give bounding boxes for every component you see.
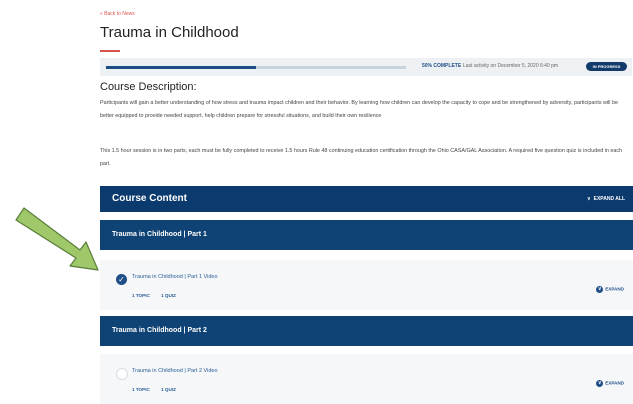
- status-badge: IN PROGRESS: [586, 62, 627, 71]
- lesson-meta: 1 TOPIC 1 QUIZ: [132, 387, 176, 392]
- check-circle-icon: ✓: [116, 274, 127, 285]
- progress-bar-row: 50% COMPLETE Last activity on December 5…: [100, 58, 632, 76]
- last-activity: Last activity on December 5, 2020 6:40 p…: [463, 63, 559, 69]
- lesson-row-part-2[interactable]: Trauma in Childhood | Part 2 Video 1 TOP…: [100, 354, 633, 404]
- lesson-title-link[interactable]: Trauma in Childhood | Part 1 Video: [132, 274, 218, 280]
- progress-fill: [106, 66, 256, 69]
- topic-count: 1 TOPIC: [132, 387, 150, 392]
- course-description-text: Participants will gain a better understa…: [100, 100, 618, 119]
- lesson-title-link[interactable]: Trauma in Childhood | Part 2 Video: [132, 368, 218, 374]
- part-1-header[interactable]: Trauma in Childhood | Part 1: [100, 220, 633, 250]
- expand-all-button[interactable]: ∨ EXPAND ALL: [587, 196, 625, 202]
- lesson-expand-button[interactable]: ∨ EXPAND: [596, 380, 624, 387]
- topic-count: 1 TOPIC: [132, 293, 150, 298]
- lesson-expand-button[interactable]: ∨ EXPAND: [596, 286, 624, 293]
- part-title: Trauma in Childhood | Part 2: [112, 327, 207, 334]
- quiz-count: 1 QUIZ: [161, 387, 176, 392]
- chevron-down-icon: ∨: [586, 196, 591, 202]
- course-content-title: Course Content: [112, 193, 187, 204]
- lesson-row-part-1[interactable]: ✓ Trauma in Childhood | Part 1 Video 1 T…: [100, 260, 633, 310]
- incomplete-circle-icon: [116, 368, 128, 380]
- expand-label: EXPAND: [605, 286, 624, 292]
- course-content-header: Course Content ∨ EXPAND ALL: [100, 186, 633, 212]
- page-title: Trauma in Childhood: [100, 24, 239, 41]
- part-title: Trauma in Childhood | Part 1: [112, 231, 207, 238]
- expand-all-label: EXPAND ALL: [593, 196, 625, 202]
- back-to-news-link[interactable]: « Back to News: [100, 11, 135, 17]
- chevron-down-icon: ∨: [596, 286, 604, 293]
- quiz-count: 1 QUIZ: [161, 293, 176, 298]
- part-2-header[interactable]: Trauma in Childhood | Part 2: [100, 316, 633, 346]
- session-info-text: This 1.5 hour session is in two parts, e…: [100, 148, 623, 167]
- course-description-heading: Course Description:: [100, 81, 197, 93]
- progress-percent: 50% COMPLETE: [422, 63, 462, 69]
- expand-label: EXPAND: [605, 380, 624, 386]
- arrow-annotation-icon: [15, 207, 99, 271]
- chevron-down-icon: ∨: [596, 380, 604, 387]
- title-underline: [100, 50, 120, 52]
- lesson-meta: 1 TOPIC 1 QUIZ: [132, 293, 176, 298]
- progress-track: [106, 66, 406, 69]
